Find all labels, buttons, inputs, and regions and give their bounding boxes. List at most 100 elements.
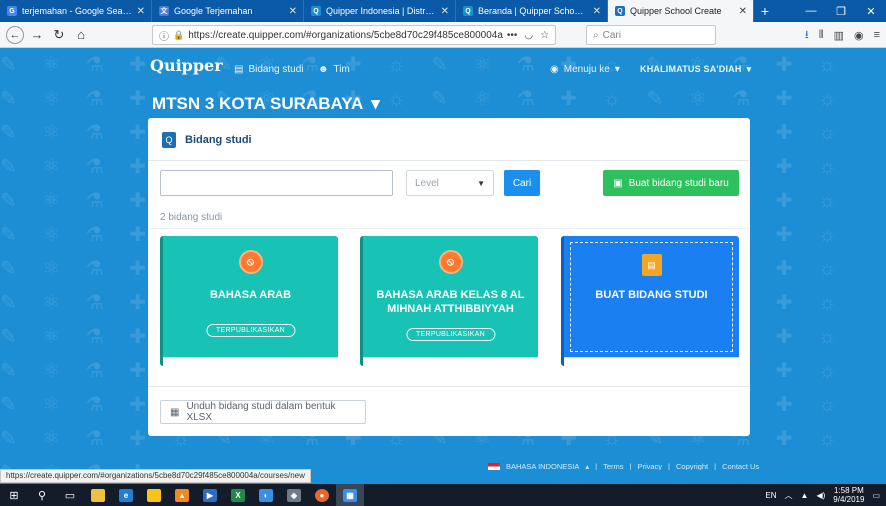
nav-bidang-studi[interactable]: ▤ Bidang studi	[234, 64, 304, 75]
media-player-icon[interactable]: ▶	[196, 484, 224, 506]
library-icon[interactable]: ⦀	[819, 29, 824, 42]
organization-title: MTSN 3 KOTA SURABAYA	[152, 94, 364, 113]
close-tab-icon[interactable]: ✕	[137, 6, 145, 17]
browser-tab-strip: G terjemahan - Google Search ✕ 文 Google …	[0, 0, 886, 22]
restore-icon[interactable]: ❐	[826, 0, 856, 22]
close-tab-icon[interactable]: ✕	[593, 6, 601, 17]
notifications-icon[interactable]: ▭	[872, 491, 880, 500]
system-tray: EN ︿ ▲ ◀) 1:58 PM 9/4/2019 ▭	[765, 486, 886, 504]
footer-link-terms[interactable]: Terms	[603, 462, 623, 470]
separator: |	[595, 462, 598, 470]
url-text: https://create.quipper.com/#organization…	[188, 29, 503, 41]
user-menu[interactable]: KHALIMATUS SA'DIAH ▾	[640, 64, 751, 75]
app-icon[interactable]: ◆	[280, 484, 308, 506]
search-placeholder: Cari	[602, 29, 621, 41]
create-course-button[interactable]: ▣ Buat bidang studi baru	[603, 170, 739, 196]
windows-taskbar: ⊞ ⚲ ▭ e ▲ ▶ X ◐ ◆ ● ▦ EN ︿ ▲ ◀) 1:58 PM …	[0, 484, 886, 506]
tab-title: Beranda | Quipper School LINK	[478, 6, 588, 16]
info-icon[interactable]: ⓘ	[159, 28, 169, 43]
task-view-icon[interactable]: ▭	[56, 484, 84, 506]
forward-button[interactable]: →	[28, 26, 46, 44]
menuju-label: Menuju ke	[563, 64, 610, 75]
book-icon: Q	[162, 132, 176, 148]
close-tab-icon[interactable]: ✕	[739, 6, 747, 17]
back-button[interactable]: ←	[6, 25, 24, 44]
clock[interactable]: 1:58 PM 9/4/2019	[833, 486, 864, 504]
status-badge: TERPUBLIKASIKAN	[405, 328, 496, 341]
app-icon[interactable]: ◐	[252, 484, 280, 506]
volume-icon[interactable]: ◀)	[816, 491, 825, 500]
divider	[148, 228, 750, 229]
chevron-up-icon[interactable]: ︿	[785, 490, 793, 501]
team-icon: ☻	[318, 64, 329, 75]
create-course-label: Buat bidang studi baru	[628, 177, 729, 189]
browser-tab[interactable]: G terjemahan - Google Search ✕	[0, 0, 152, 22]
create-course-tile[interactable]: ▤ BUAT BIDANG STUDI	[561, 236, 739, 366]
chevron-down-icon: ▼	[477, 178, 485, 188]
window-controls: — ❐ ✕	[796, 0, 886, 22]
google-translate-icon: 文	[159, 6, 169, 16]
indonesia-flag-icon	[488, 463, 500, 470]
minimize-icon[interactable]: —	[796, 0, 826, 22]
extension-icon[interactable]: ◉	[854, 29, 864, 42]
close-tab-icon[interactable]: ✕	[441, 6, 449, 17]
menuju-ke-dropdown[interactable]: ◉ Menuju ke ▾	[550, 64, 620, 75]
footer-link-copyright[interactable]: Copyright	[676, 462, 708, 470]
firefox-icon[interactable]: ●	[308, 484, 336, 506]
browser-search-box[interactable]: ⌕ Cari	[586, 25, 716, 45]
course-name: BAHASA ARAB	[209, 289, 292, 301]
course-search-input[interactable]	[160, 170, 393, 196]
google-icon: G	[7, 6, 17, 16]
browser-tab[interactable]: Q Quipper Indonesia | Distributo ✕	[304, 0, 456, 22]
download-icon[interactable]: ⭳	[805, 26, 809, 45]
home-button[interactable]: ⌂	[72, 26, 90, 44]
menu-icon[interactable]: ≡	[874, 29, 880, 41]
input-language[interactable]: EN	[765, 491, 776, 500]
close-tab-icon[interactable]: ✕	[289, 6, 297, 17]
browser-tab-active[interactable]: Q Quipper School Create ✕	[608, 0, 754, 22]
file-explorer-icon[interactable]	[84, 484, 112, 506]
browser-tab[interactable]: Q Beranda | Quipper School LINK ✕	[456, 0, 608, 22]
user-name: KHALIMATUS SA'DIAH	[640, 64, 742, 74]
download-xlsx-button[interactable]: ▦ Unduh bidang studi dalam bentuk XLSX	[160, 400, 366, 424]
course-tile[interactable]: ⦸ BAHASA ARAB KELAS 8 AL MIHNAH ATTHIBBI…	[360, 236, 538, 366]
divider	[148, 160, 750, 161]
tab-title: Quipper Indonesia | Distributo	[326, 6, 436, 16]
address-bar[interactable]: ⓘ 🔒 https://create.quipper.com/#organiza…	[152, 25, 556, 45]
quipper-logo[interactable]: Quipper	[150, 56, 223, 75]
edge-icon[interactable]: e	[112, 484, 140, 506]
create-course-tile-label: BUAT BIDANG STUDI	[595, 289, 708, 301]
bookmark-star-icon[interactable]: ☆	[540, 30, 549, 41]
windows-start-icon[interactable]: ⊞	[0, 484, 28, 506]
chevron-down-icon: ▾	[614, 64, 620, 75]
language-selector[interactable]: BAHASA INDONESIA	[506, 462, 579, 470]
page-actions-icon[interactable]: •••	[507, 30, 518, 41]
course-tile[interactable]: ⦸ BAHASA ARAB TERPUBLIKASIKAN	[160, 236, 338, 366]
course-tile-footer	[363, 357, 538, 366]
organization-selector[interactable]: MTSN 3 KOTA SURABAYA ▾	[152, 94, 380, 114]
level-select[interactable]: Level ▼	[406, 170, 494, 196]
pocket-icon[interactable]: ◡	[524, 30, 533, 41]
excel-icon[interactable]: X	[224, 484, 252, 506]
close-window-icon[interactable]: ✕	[856, 0, 886, 22]
network-icon[interactable]: ▲	[801, 491, 809, 500]
sidebar-icon[interactable]: ▥	[834, 29, 844, 42]
lock-icon: 🔒	[173, 29, 185, 40]
footer-link-privacy[interactable]: Privacy	[637, 462, 662, 470]
search-icon[interactable]: ⚲	[28, 484, 56, 506]
new-tab-button[interactable]: +	[754, 0, 776, 22]
reload-button[interactable]: ↻	[50, 26, 68, 44]
quipper-icon: Q	[615, 6, 625, 16]
search-button[interactable]: Cari	[504, 170, 540, 196]
footer-link-contact[interactable]: Contact Us	[722, 462, 759, 470]
store-icon[interactable]	[140, 484, 168, 506]
clock-time: 1:58 PM	[833, 486, 864, 495]
card-title: Bidang studi	[185, 134, 252, 146]
download-xlsx-label: Unduh bidang studi dalam bentuk XLSX	[186, 401, 336, 423]
browser-tab[interactable]: 文 Google Terjemahan ✕	[152, 0, 304, 22]
page-footer: BAHASA INDONESIA ▴ | Terms | Privacy | C…	[488, 462, 759, 470]
nav-tim[interactable]: ☻ Tim	[318, 64, 350, 75]
vlc-icon[interactable]: ▲	[168, 484, 196, 506]
app-icon[interactable]: ▦	[336, 484, 364, 506]
chevron-down-icon: ▾	[371, 94, 380, 113]
